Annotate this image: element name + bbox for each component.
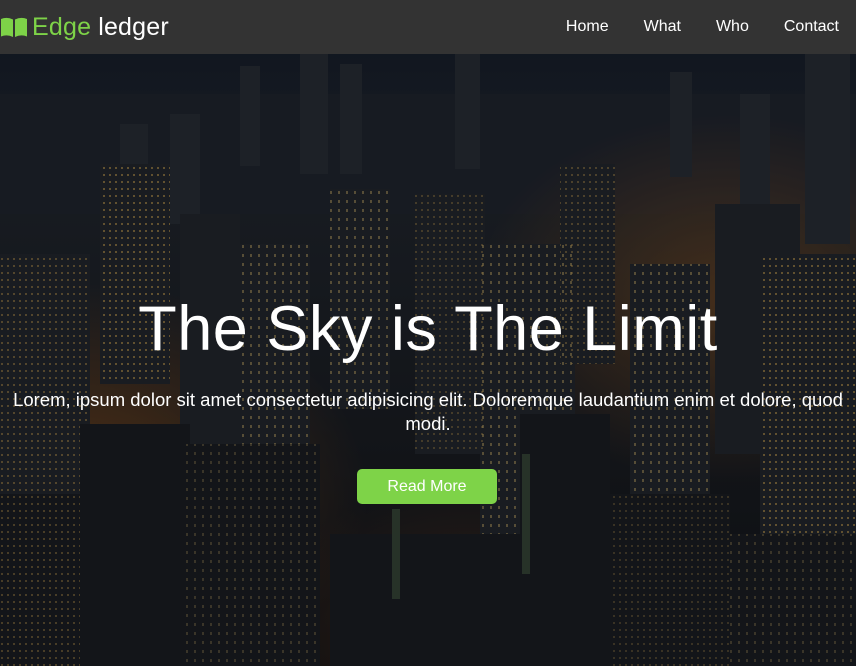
hero-content: The Sky is The Limit Lorem, ipsum dolor …	[0, 54, 856, 666]
nav-link-who[interactable]: Who	[716, 18, 749, 36]
navbar: Edge ledger Home What Who Contact	[0, 0, 856, 54]
book-icon	[0, 15, 30, 39]
hero-description: Lorem, ipsum dolor sit amet consectetur …	[13, 389, 843, 434]
nav-link-contact[interactable]: Contact	[784, 18, 839, 36]
brand-name-accent: Edge	[32, 12, 92, 41]
hero-title: The Sky is The Limit	[138, 294, 718, 364]
brand-name-rest: ledger	[98, 12, 169, 41]
nav-links: Home What Who Contact	[531, 0, 839, 54]
page: Edge ledger Home What Who Contact The Sk…	[0, 0, 856, 666]
nav-link-home[interactable]: Home	[566, 18, 609, 36]
brand-logo[interactable]: Edge ledger	[0, 0, 169, 54]
nav-link-what[interactable]: What	[644, 18, 681, 36]
read-more-button[interactable]: Read More	[357, 469, 497, 504]
hero-section: The Sky is The Limit Lorem, ipsum dolor …	[0, 54, 856, 666]
